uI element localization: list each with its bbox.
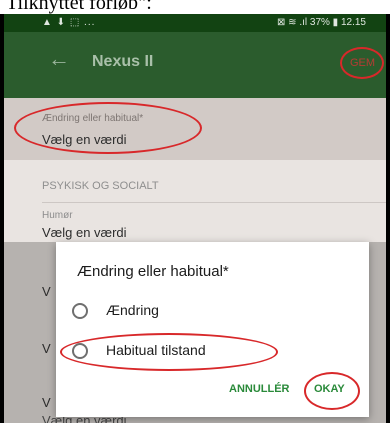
status-bar: ▲ ⬇ ⬚ ... ⊠ ≋ .ıl 37% ▮ 12.15 [4, 14, 386, 32]
caption-banner: Tilknyttet forløb": [0, 0, 390, 14]
phone-frame: ▲ ⬇ ⬚ ... ⊠ ≋ .ıl 37% ▮ 12.15 ← Nexus II… [0, 14, 390, 423]
status-indicators: ⊠ ≋ .ıl 37% ▮ 12.15 [277, 17, 366, 28]
okay-highlight-oval [304, 372, 360, 410]
radio-unchecked-icon[interactable] [72, 303, 88, 319]
save-highlight-oval [340, 47, 384, 79]
phone-screen: ▲ ⬇ ⬚ ... ⊠ ≋ .ıl 37% ▮ 12.15 ← Nexus II… [4, 14, 386, 423]
app-title: Nexus II [92, 53, 154, 70]
option-aendring[interactable]: Ændring [106, 302, 159, 318]
option-highlight-oval [60, 333, 278, 371]
selection-dialog: Ændring eller habitual* Ændring Habitual… [56, 242, 369, 417]
status-icons-left: ▲ ⬇ ⬚ ... [42, 17, 96, 28]
dialog-title: Ændring eller habitual* [77, 263, 229, 280]
partial-field-value: V [42, 341, 51, 356]
field-value[interactable]: Vælg en værdi [42, 225, 127, 240]
section-header: PSYKISK OG SOCIALT [42, 180, 159, 192]
app-bar: ← Nexus II GEM [4, 32, 386, 98]
partial-field-value: V [42, 395, 51, 410]
cancel-button[interactable]: ANNULLÉR [229, 383, 290, 395]
partial-field-value: V [42, 284, 51, 299]
caption-text: Tilknyttet forløb": [6, 0, 152, 14]
field-highlight-oval [14, 102, 202, 154]
arrow-left-icon[interactable]: ← [48, 46, 70, 72]
section-divider [42, 202, 386, 203]
field-label: Humør [42, 210, 73, 221]
